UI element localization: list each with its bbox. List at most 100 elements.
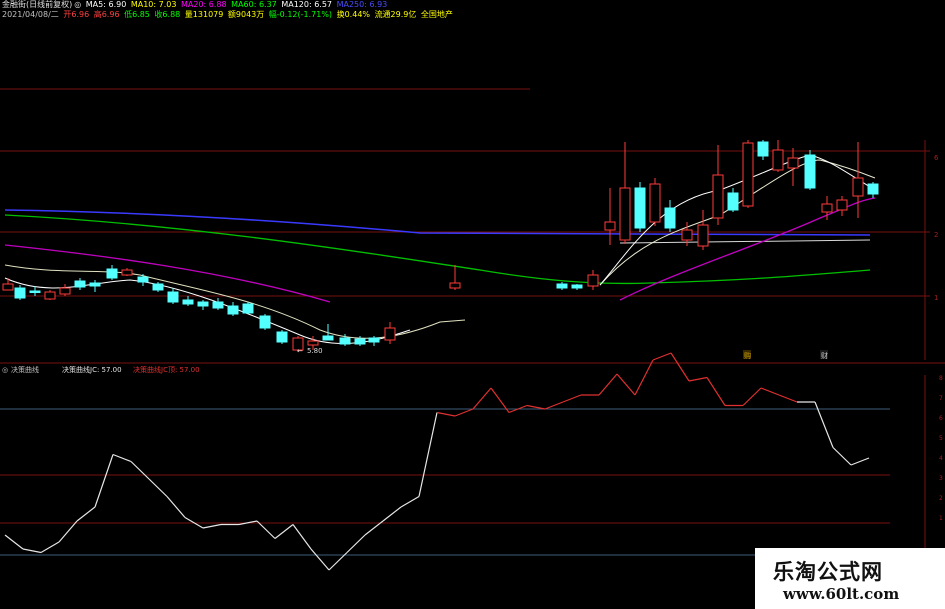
candle-body bbox=[804, 154, 816, 189]
indicator-segment-up bbox=[562, 394, 582, 403]
candle bbox=[259, 314, 271, 330]
indicator-curve bbox=[4, 352, 870, 571]
low-arrow-icon: ← bbox=[297, 347, 303, 355]
chart-canvas[interactable]: 6 2 1 5.80 ← 购 财 ◎ 决策曲线 决策曲线JC: 57.00 决策… bbox=[0, 0, 945, 609]
candle-body bbox=[89, 282, 101, 287]
marker-buy: 购 bbox=[744, 351, 751, 360]
candle-body bbox=[619, 187, 631, 241]
ma60-line bbox=[4, 214, 871, 285]
candle-body bbox=[212, 301, 224, 309]
candle bbox=[587, 270, 599, 290]
candle bbox=[604, 188, 616, 245]
candle-body bbox=[322, 335, 334, 341]
price-tick-2: 2 bbox=[934, 231, 938, 239]
candle-body bbox=[197, 301, 209, 307]
indicator-segment-up bbox=[652, 352, 672, 361]
indicator-segment-up bbox=[472, 387, 492, 410]
price-tick-1: 6 bbox=[934, 154, 939, 162]
indicator-segment-up bbox=[94, 454, 114, 508]
candle-body bbox=[604, 221, 616, 231]
indicator-segment-up bbox=[634, 359, 654, 396]
indicator-segment-up bbox=[382, 506, 402, 522]
candle-body bbox=[2, 283, 14, 291]
candle-body bbox=[167, 291, 179, 303]
indicator-ticks: 8 7 6 5 4 3 2 1 bbox=[939, 375, 943, 522]
indicator-segment-up bbox=[688, 376, 708, 382]
candle-body bbox=[276, 331, 288, 343]
candle-body bbox=[571, 284, 583, 289]
indicator-icon[interactable]: ◎ bbox=[2, 366, 8, 374]
candle bbox=[712, 145, 724, 225]
ma10-line-left bbox=[4, 264, 466, 339]
candle-body bbox=[664, 207, 676, 229]
stock-chart-window: 金融街(日线前复权) ◎ MA5: 6.90 MA10: 7.03 MA20: 6… bbox=[0, 0, 945, 609]
candle bbox=[556, 282, 568, 290]
indicator-segment-down bbox=[4, 534, 24, 550]
candle-body bbox=[227, 305, 239, 315]
candle bbox=[649, 178, 661, 226]
indicator-segment-down bbox=[526, 404, 546, 410]
indicator-segment-down bbox=[166, 496, 186, 518]
candle-body bbox=[137, 276, 149, 283]
candle-body bbox=[867, 183, 879, 195]
indicator-segment-down bbox=[292, 524, 312, 550]
candle-body bbox=[339, 337, 351, 345]
candle bbox=[867, 182, 879, 198]
candle-body bbox=[556, 283, 568, 289]
indicator-segment-down bbox=[760, 387, 780, 396]
ind-tick: 1 bbox=[939, 515, 943, 522]
candle bbox=[89, 280, 101, 292]
candle bbox=[664, 200, 676, 232]
candle-body bbox=[742, 142, 754, 207]
indicator-segment-down bbox=[310, 548, 330, 571]
candle-body bbox=[14, 287, 26, 299]
candle bbox=[44, 290, 56, 300]
candle bbox=[137, 274, 149, 286]
candle bbox=[571, 284, 583, 290]
candle-body bbox=[121, 269, 133, 276]
indicator-segment-down bbox=[670, 352, 690, 382]
indicator-segment-up bbox=[202, 523, 222, 529]
candle bbox=[697, 210, 709, 250]
ind-tick: 8 bbox=[939, 375, 943, 382]
indicator-segment-up bbox=[742, 387, 762, 406]
candle-body bbox=[697, 224, 709, 247]
indicator-segment-up bbox=[346, 534, 366, 553]
ma250-line bbox=[4, 209, 871, 236]
indicator-segment-down bbox=[706, 377, 726, 406]
candle-body bbox=[772, 149, 784, 171]
candle-body bbox=[59, 287, 71, 295]
ind-tick: 3 bbox=[939, 475, 943, 482]
candle bbox=[449, 265, 461, 290]
low-price-label: 5.80 bbox=[307, 347, 323, 355]
ind-tick: 6 bbox=[939, 415, 943, 422]
candle-body bbox=[384, 327, 396, 341]
candle-body bbox=[681, 229, 693, 241]
indicator-segment-up bbox=[544, 401, 564, 410]
indicator-segment-up bbox=[454, 408, 474, 417]
candle bbox=[14, 285, 26, 300]
indicator-segment-up bbox=[40, 541, 60, 554]
indicator-segment-down bbox=[130, 461, 150, 480]
candle-body bbox=[852, 177, 864, 197]
indicator-segment-down bbox=[832, 447, 852, 466]
indicator-segment-up bbox=[58, 520, 78, 543]
indicator-jc-top-label: 决策曲线JC顶: 57.00 bbox=[133, 365, 200, 374]
candle bbox=[74, 278, 86, 290]
indicator-segment-up bbox=[418, 412, 438, 497]
candle-body bbox=[821, 203, 833, 213]
indicator-segment-down bbox=[436, 411, 456, 417]
candle bbox=[121, 268, 133, 276]
indicator-segment-down bbox=[148, 478, 168, 497]
candle bbox=[852, 142, 864, 218]
candle bbox=[2, 278, 14, 291]
candlesticks bbox=[2, 140, 879, 352]
indicator-jc-label: 决策曲线JC: 57.00 bbox=[62, 365, 122, 374]
candle bbox=[836, 196, 848, 216]
candle bbox=[197, 300, 209, 310]
candle-body bbox=[368, 337, 380, 343]
watermark: 乐淘公式网 www.60lt.com bbox=[755, 548, 945, 609]
candle-body bbox=[712, 174, 724, 219]
indicator-segment-down bbox=[22, 548, 42, 554]
watermark-url: www.60lt.com bbox=[783, 585, 900, 603]
